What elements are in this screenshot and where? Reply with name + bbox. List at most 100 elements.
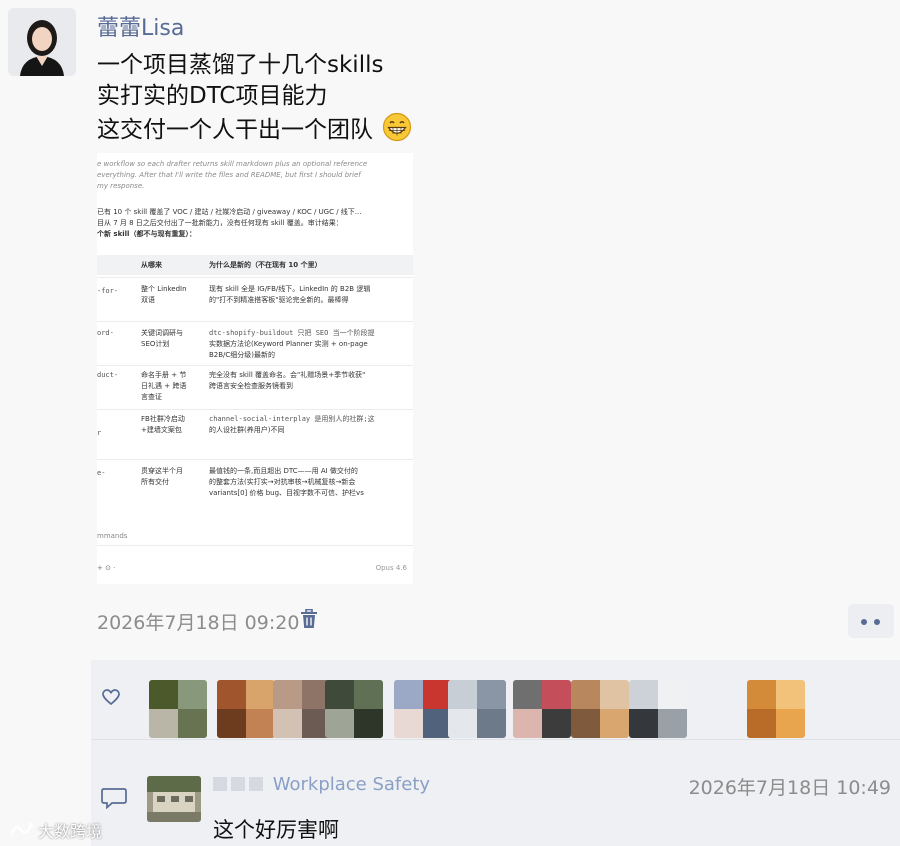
- likes-row: [91, 660, 900, 740]
- liker-avatar[interactable]: [448, 680, 506, 738]
- liker-avatar-tile: [658, 680, 687, 709]
- shot-cell-line: 的"打不到精准搭客板"驱论完全新的。最棒得: [209, 296, 349, 304]
- shot-cell: duct-: [97, 371, 119, 379]
- liker-avatar-tile: [513, 680, 542, 709]
- liker-avatar-tile: [571, 680, 600, 709]
- liker-avatar[interactable]: [629, 680, 687, 738]
- shot-cell-line: 的整套方法(实打实→对抗审核→机械复核→新会: [209, 478, 356, 486]
- more-actions-button[interactable]: [848, 604, 894, 638]
- liker-avatar-tile: [658, 709, 687, 738]
- liker-avatar-tile: [513, 709, 542, 738]
- liker-avatar-tile: [217, 709, 246, 738]
- liker-avatar-tile: [394, 680, 423, 709]
- post-image[interactable]: e workflow so each drafter returns skill…: [97, 153, 413, 584]
- shot-cell-line: FB社群冷启动: [141, 415, 185, 423]
- post-text: 一个项目蒸馏了十几个skills 实打实的DTC项目能力 这交付一个人干出一个团…: [97, 50, 412, 146]
- liker-avatar-tile: [246, 680, 275, 709]
- shot-cell-line: 完全没有 skill 覆盖命名。会"礼赠场景+季节收获": [209, 371, 366, 379]
- liker-avatar[interactable]: [571, 680, 629, 738]
- shot-table-header: 从哪来 为什么是新的（不在现有 10 个里）: [97, 255, 413, 275]
- shot-cell-line: 的人设社群(养用户)不同: [209, 426, 285, 434]
- shot-prose-line: 个新 skill（都不与现有重复）：: [97, 230, 196, 238]
- liker-avatar[interactable]: [513, 680, 571, 738]
- shot-prose-line: 目从 7 月 8 日之后交付出了一批新能力，没有任何现有 skill 覆盖。审计…: [97, 219, 343, 227]
- liker-avatar-tile: [149, 680, 178, 709]
- shot-cell-line: 贯穿这半个月: [141, 467, 183, 475]
- liker-avatar-tile: [178, 680, 207, 709]
- shot-cell-line: 所有交付: [141, 478, 169, 486]
- liker-avatar-tile: [325, 680, 354, 709]
- liker-avatar[interactable]: [149, 680, 207, 738]
- shot-prose-italic: e workflow so each drafter returns skill…: [97, 159, 413, 192]
- shot-cell-line: 双语: [141, 296, 155, 304]
- commenter-name[interactable]: Workplace Safety: [213, 774, 430, 795]
- commenter-avatar-image: [147, 776, 201, 822]
- commenter-name-suffix: Workplace Safety: [272, 774, 431, 795]
- shot-cell-line: 最值钱的一条,而且超出 DTC——用 AI 做交付的: [209, 467, 358, 475]
- shot-table-row: r FB社群冷启动 +建墙文案包 channel-social-interpla…: [97, 409, 413, 459]
- shot-cell: 关键词调研与 SEO计划: [141, 328, 183, 350]
- post-line-3-wrap: 这交付一个人干出一个团队: [97, 112, 412, 146]
- shot-prose: 已有 10 个 skill 覆盖了 VOC / 建站 / 社媒冷启动 / giv…: [97, 207, 413, 240]
- shot-table-row: e- 贯穿这半个月 所有交付 最值钱的一条,而且超出 DTC——用 AI 做交付…: [97, 459, 413, 523]
- author-name[interactable]: 蕾蕾Lisa: [97, 10, 184, 42]
- shot-cell: ord-: [97, 329, 114, 337]
- blurred-name-block: [213, 777, 227, 791]
- shot-cell-line: +建墙文案包: [141, 426, 182, 434]
- shot-model-label: Opus 4.6: [375, 564, 407, 572]
- shot-cell-line: 言查证: [141, 393, 162, 401]
- commenter-avatar[interactable]: [147, 776, 201, 822]
- shot-cell-line: variants[0] 价格 bug、目视字数不可信、护栏vs: [209, 489, 364, 497]
- liker-avatar[interactable]: [273, 680, 331, 738]
- liker-avatar-tile: [629, 680, 658, 709]
- shot-cell-line: 关键词调研与: [141, 329, 183, 337]
- shot-header-cell: 从哪来: [141, 261, 162, 269]
- shot-cell: e-: [97, 469, 106, 477]
- liker-avatar-tile: [246, 709, 275, 738]
- shot-cell-line: 命名手册 + 节: [141, 371, 187, 379]
- liker-avatar-tile: [394, 709, 423, 738]
- liker-avatar-tile: [217, 680, 246, 709]
- liker-avatar-tile: [448, 680, 477, 709]
- post-timestamp: 2026年7月18日 09:20: [97, 612, 300, 634]
- liker-avatar-tile: [542, 680, 571, 709]
- shot-cell-line: B2B/C细分级)最新的: [209, 351, 276, 359]
- watermark-text: 大数跨境: [38, 822, 103, 841]
- liker-avatar-tile: [571, 709, 600, 738]
- shot-cell: FB社群冷启动 +建墙文案包: [141, 414, 185, 436]
- liker-avatar-tile: [273, 709, 302, 738]
- shot-cell-line: channel-social-interplay 是用别人的社群;这: [209, 415, 375, 423]
- heart-icon: [102, 689, 120, 706]
- shot-cell-line: 整个 LinkedIn: [141, 285, 187, 293]
- shot-commands-label: mmands: [97, 532, 128, 540]
- watermark-logo-icon: [9, 822, 34, 836]
- comment-icon: [101, 788, 127, 809]
- liker-avatar-tile: [178, 709, 207, 738]
- blurred-name-block: [249, 777, 263, 791]
- shot-cell-line: 现有 skill 全是 IG/FB/线下。LinkedIn 的 B2B 逻辑: [209, 285, 371, 293]
- post-line-2: 实打实的DTC项目能力: [97, 83, 328, 109]
- liker-avatar-tile: [149, 709, 178, 738]
- liker-avatar[interactable]: [394, 680, 452, 738]
- shot-header-cell: 为什么是新的（不在现有 10 个里）: [209, 261, 322, 269]
- liker-avatar-tile: [325, 709, 354, 738]
- shot-table-row: duct- 命名手册 + 节 日礼遇 + 跨语 言查证 完全没有 skill 覆…: [97, 365, 413, 409]
- shot-prose-line: e workflow so each drafter returns skill…: [97, 160, 368, 168]
- shot-cell: 贯穿这半个月 所有交付: [141, 466, 183, 488]
- liker-avatar[interactable]: [325, 680, 383, 738]
- liker-avatar-tile: [747, 680, 776, 709]
- avatar-portrait: [8, 8, 76, 76]
- liker-avatar[interactable]: [747, 680, 805, 738]
- shot-table-row: ord- 关键词调研与 SEO计划 dtc-shopify-buildout 只…: [97, 321, 413, 365]
- shot-cell-line: 实数据方法论(Keyword Planner 实测 + on-page: [209, 340, 368, 348]
- author-avatar[interactable]: [8, 8, 76, 76]
- trash-icon[interactable]: [300, 609, 318, 629]
- shot-cell-line: 日礼遇 + 跨语: [141, 382, 187, 390]
- shot-cell-line: dtc-shopify-buildout 只把 SEO 当一个阶段提: [209, 329, 375, 337]
- comment-timestamp: 2026年7月18日 10:49: [688, 777, 891, 799]
- liker-avatar-tile: [600, 680, 629, 709]
- shot-cell: 最值钱的一条,而且超出 DTC——用 AI 做交付的 的整套方法(实打实→对抗审…: [209, 466, 364, 499]
- shot-cell: 完全没有 skill 覆盖命名。会"礼赠场景+季节收获" 跨语言安全检查服务镜看…: [209, 370, 365, 392]
- liker-avatar[interactable]: [217, 680, 275, 738]
- blurred-name-block: [231, 777, 245, 791]
